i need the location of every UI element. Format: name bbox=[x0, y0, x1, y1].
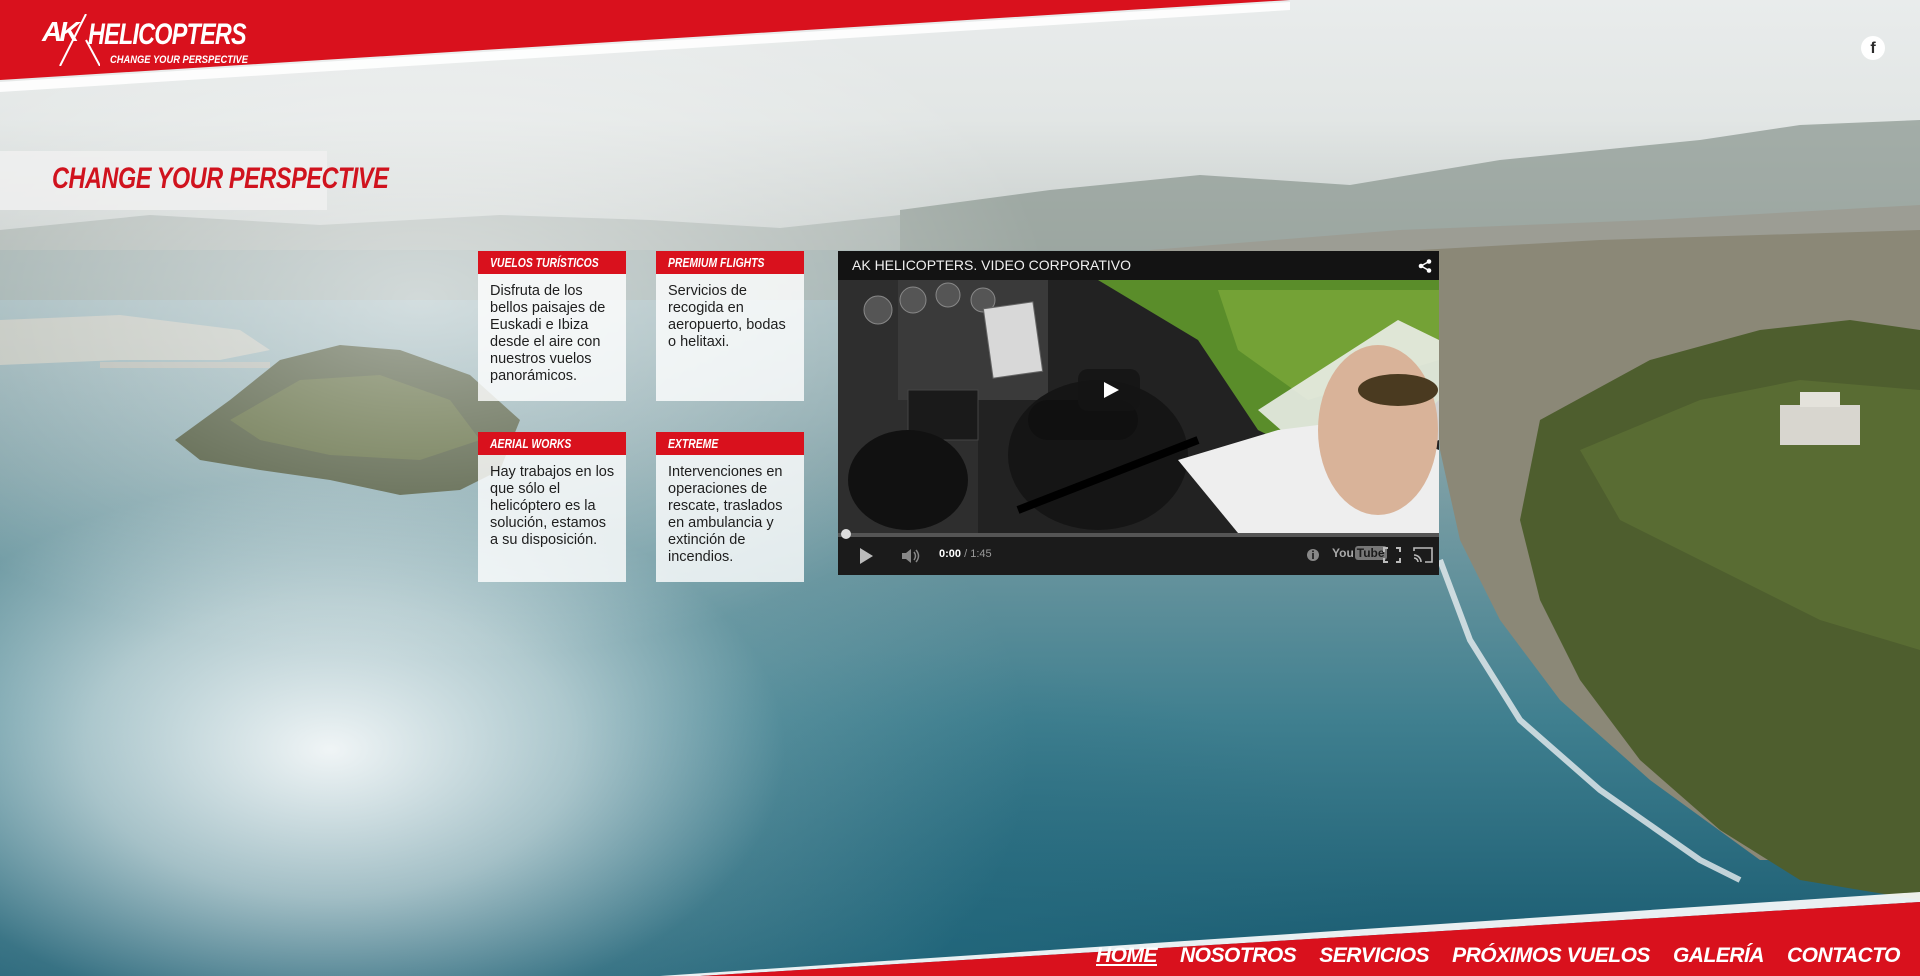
service-card-extreme[interactable]: EXTREME Intervenciones en operaciones de… bbox=[656, 432, 804, 582]
play-icon[interactable] bbox=[860, 548, 873, 564]
card-text: Disfruta de los bellos paisajes de Euska… bbox=[490, 283, 606, 384]
video-thumbnail bbox=[838, 280, 1439, 533]
cast-icon[interactable] bbox=[1413, 547, 1433, 563]
volume-icon[interactable] bbox=[900, 547, 922, 565]
logo-title: HELICOPTERS bbox=[88, 18, 247, 51]
facebook-icon[interactable]: f bbox=[1861, 36, 1885, 60]
service-card-premium-flights[interactable]: PREMIUM FLIGHTS Servicios de recogida en… bbox=[656, 251, 804, 401]
video-title[interactable]: AK HELICOPTERS. VIDEO CORPORATIVO bbox=[852, 257, 1131, 273]
video-player[interactable]: AK HELICOPTERS. VIDEO CORPORATIVO 0:00 /… bbox=[838, 251, 1439, 575]
play-button-large[interactable] bbox=[1078, 369, 1140, 411]
header-band bbox=[0, 0, 1290, 92]
card-text: Servicios de recogida en aeropuerto, bod… bbox=[668, 283, 786, 350]
service-card-aerial-works[interactable]: AERIAL WORKS Hay trabajos en los que sól… bbox=[478, 432, 626, 582]
video-controls: 0:00 / 1:45 You Tube bbox=[838, 529, 1439, 575]
youtube-logo[interactable]: You Tube bbox=[1332, 546, 1387, 560]
progress-knob[interactable] bbox=[841, 529, 851, 539]
time-display: 0:00 / 1:45 bbox=[939, 548, 992, 560]
logo-ak: AK bbox=[42, 16, 79, 47]
nav-nosotros[interactable]: NOSOTROS bbox=[1180, 944, 1297, 968]
card-title: VUELOS TURÍSTICOS bbox=[478, 251, 626, 274]
logo-tagline: CHANGE YOUR PERSPECTIVE bbox=[110, 54, 249, 66]
hero-banner: CHANGE YOUR PERSPECTIVE bbox=[0, 151, 389, 210]
progress-bar[interactable] bbox=[838, 529, 1439, 539]
nav-servicios[interactable]: SERVICIOS bbox=[1319, 944, 1429, 968]
fullscreen-icon[interactable] bbox=[1383, 547, 1401, 563]
share-icon[interactable] bbox=[1418, 259, 1432, 273]
card-title: AERIAL WORKS bbox=[478, 432, 626, 455]
video-title-bar: AK HELICOPTERS. VIDEO CORPORATIVO bbox=[838, 251, 1439, 280]
card-title: PREMIUM FLIGHTS bbox=[656, 251, 804, 274]
hero-title: CHANGE YOUR PERSPECTIVE bbox=[52, 162, 389, 195]
card-text: Intervenciones en operaciones de rescate… bbox=[668, 464, 783, 565]
logo[interactable]: AK HELICOPTERS CHANGE YOUR PERSPECTIVE bbox=[40, 4, 248, 72]
main-nav: HOME NOSOTROS SERVICIOS PRÓXIMOS VUELOS … bbox=[1096, 944, 1901, 968]
nav-proximos-vuelos[interactable]: PRÓXIMOS VUELOS bbox=[1452, 944, 1650, 968]
nav-galeria[interactable]: GALERÍA bbox=[1673, 944, 1765, 968]
nav-home[interactable]: HOME bbox=[1096, 944, 1158, 968]
service-card-vuelos-turisticos[interactable]: VUELOS TURÍSTICOS Disfruta de los bellos… bbox=[478, 251, 626, 401]
card-text: Hay trabajos en los que sólo el helicópt… bbox=[490, 464, 615, 548]
nav-contacto[interactable]: CONTACTO bbox=[1787, 944, 1901, 968]
card-title: EXTREME bbox=[656, 432, 804, 455]
info-icon[interactable] bbox=[1306, 547, 1320, 563]
